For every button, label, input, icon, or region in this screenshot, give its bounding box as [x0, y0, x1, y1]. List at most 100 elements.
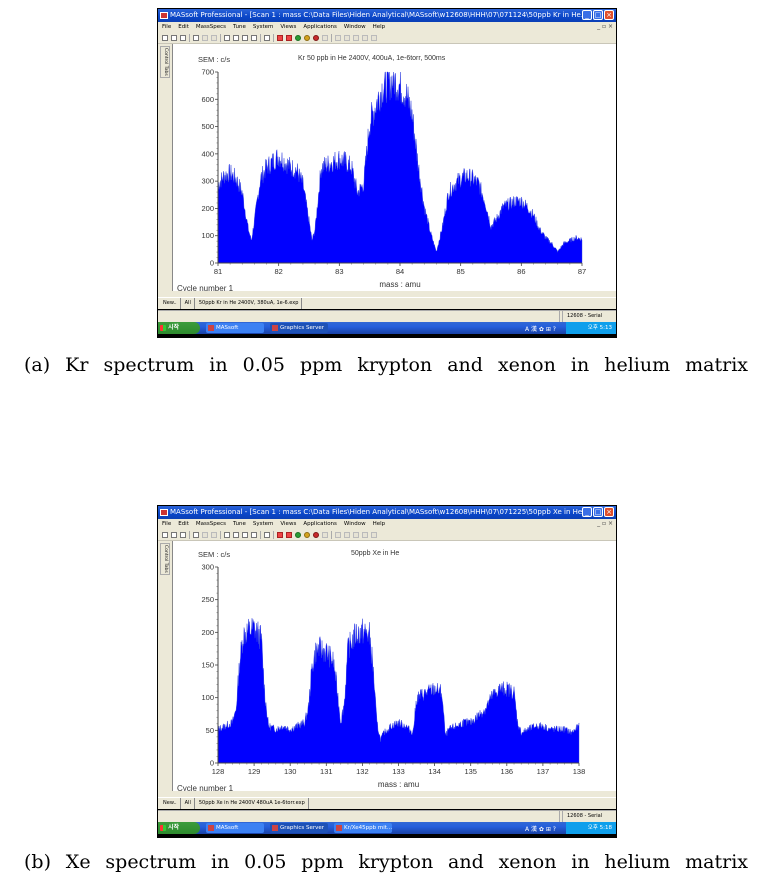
- ime-toolbar[interactable]: A 漢 ✿ ⊞ ?: [525, 824, 556, 833]
- minimize-button[interactable]: _: [582, 507, 592, 517]
- binoculars-icon[interactable]: [264, 34, 270, 41]
- copy-icon[interactable]: [193, 531, 199, 538]
- tool-icon[interactable]: [362, 34, 368, 41]
- new-icon[interactable]: [162, 34, 168, 41]
- tool-icon[interactable]: [353, 34, 359, 41]
- open-icon[interactable]: [171, 34, 177, 41]
- run-icon[interactable]: [295, 34, 301, 41]
- tool-icon[interactable]: [344, 531, 350, 538]
- mdi-controls[interactable]: _ ▫ ×: [597, 519, 613, 529]
- menu-help[interactable]: Help: [373, 519, 386, 529]
- menu-window[interactable]: Window: [344, 519, 366, 529]
- minimize-button[interactable]: _: [582, 10, 592, 20]
- task-massoft[interactable]: MASsoft: [206, 823, 264, 833]
- document-icon[interactable]: [233, 34, 239, 41]
- maximize-button[interactable]: □: [593, 507, 603, 517]
- tool-icon[interactable]: [335, 34, 341, 41]
- record-icon[interactable]: [313, 531, 319, 538]
- tab-new[interactable]: New..: [163, 798, 181, 809]
- task-document[interactable]: Kr/Xe45ppb mit...: [334, 823, 392, 833]
- maximize-button[interactable]: □: [593, 10, 603, 20]
- tab-experiment[interactable]: 50ppb Xe in He 2400V 480uA 1e-6torr.exp: [199, 798, 309, 809]
- stop-icon[interactable]: [277, 531, 283, 538]
- x-tick-label: 129: [248, 767, 261, 776]
- ime-toolbar[interactable]: A 漢 ✿ ⊞ ?: [525, 324, 556, 333]
- x-tick-label: 128: [212, 767, 225, 776]
- copy-icon[interactable]: [193, 34, 199, 41]
- paste-icon[interactable]: [202, 531, 208, 538]
- toolbar-separator: [273, 530, 274, 539]
- lightning-icon[interactable]: [286, 531, 292, 538]
- cut-icon[interactable]: [211, 34, 217, 41]
- tool-icon[interactable]: [371, 531, 377, 538]
- status-serial: 12608 - Serial: [562, 311, 612, 322]
- task-graphics-server[interactable]: Graphics Server: [270, 823, 328, 833]
- page-icon[interactable]: [224, 531, 230, 538]
- app-icon: [160, 12, 168, 19]
- tool-icon[interactable]: [353, 531, 359, 538]
- menu-massspecs[interactable]: MassSpecs: [196, 22, 226, 32]
- menu-edit[interactable]: Edit: [178, 22, 189, 32]
- menu-system[interactable]: System: [253, 22, 274, 32]
- stop-icon[interactable]: [277, 34, 283, 41]
- menu-tune[interactable]: Tune: [233, 519, 246, 529]
- new-icon[interactable]: [162, 531, 168, 538]
- page-icon[interactable]: [224, 34, 230, 41]
- menu-massspecs[interactable]: MassSpecs: [196, 519, 226, 529]
- start-button[interactable]: 시작: [158, 322, 200, 334]
- print-preview-icon[interactable]: [251, 531, 257, 538]
- control-tabs[interactable]: Control Tabs: [160, 46, 170, 78]
- toolbar-separator: [189, 33, 190, 42]
- menu-views[interactable]: Views: [280, 22, 296, 32]
- close-button[interactable]: ×: [604, 507, 614, 517]
- save-icon[interactable]: [180, 531, 186, 538]
- print-preview-icon[interactable]: [251, 34, 257, 41]
- menu-tune[interactable]: Tune: [233, 22, 246, 32]
- print-icon[interactable]: [242, 531, 248, 538]
- start-button[interactable]: 시작: [158, 822, 200, 834]
- menu-system[interactable]: System: [253, 519, 274, 529]
- paste-icon[interactable]: [202, 34, 208, 41]
- pause-icon[interactable]: [304, 34, 310, 41]
- close-button[interactable]: ×: [604, 10, 614, 20]
- menu-file[interactable]: File: [162, 22, 171, 32]
- tool-icon[interactable]: [344, 34, 350, 41]
- record-icon[interactable]: [313, 34, 319, 41]
- menu-window[interactable]: Window: [344, 22, 366, 32]
- x-tick-label: 137: [537, 767, 550, 776]
- chart-icon[interactable]: [322, 34, 328, 41]
- binoculars-icon[interactable]: [264, 531, 270, 538]
- task-graphics-server[interactable]: Graphics Server: [270, 323, 328, 333]
- save-icon[interactable]: [180, 34, 186, 41]
- tab-all[interactable]: All: [185, 798, 195, 809]
- task-massoft[interactable]: MASsoft: [206, 323, 264, 333]
- control-tabs[interactable]: Control Tabs: [160, 543, 170, 575]
- chart-icon[interactable]: [322, 531, 328, 538]
- lightning-icon[interactable]: [286, 34, 292, 41]
- print-icon[interactable]: [242, 34, 248, 41]
- menu-file[interactable]: File: [162, 519, 171, 529]
- run-icon[interactable]: [295, 531, 301, 538]
- tool-icon[interactable]: [371, 34, 377, 41]
- open-icon[interactable]: [171, 531, 177, 538]
- toolbar-separator: [260, 33, 261, 42]
- cut-icon[interactable]: [211, 531, 217, 538]
- tool-icon[interactable]: [335, 531, 341, 538]
- y-tick-label: 100: [201, 693, 214, 702]
- pause-icon[interactable]: [304, 531, 310, 538]
- mdi-controls[interactable]: _ ▫ ×: [597, 22, 613, 32]
- tab-all[interactable]: All: [185, 298, 195, 309]
- document-icon[interactable]: [233, 531, 239, 538]
- menu-help[interactable]: Help: [373, 22, 386, 32]
- menu-views[interactable]: Views: [280, 519, 296, 529]
- y-tick-label: 500: [201, 122, 214, 131]
- spectrum-area: [217, 71, 583, 264]
- menu-applications[interactable]: Applications: [303, 22, 337, 32]
- status-bar: 12608 - Serial: [158, 810, 616, 822]
- menu-applications[interactable]: Applications: [303, 519, 337, 529]
- tool-icon[interactable]: [362, 531, 368, 538]
- tab-experiment[interactable]: 50ppb Kr in He 2400V, 380uA, 1e-6.exp: [199, 298, 303, 309]
- x-tick-label: 86: [517, 267, 525, 276]
- menu-edit[interactable]: Edit: [178, 519, 189, 529]
- tab-new[interactable]: New..: [163, 298, 181, 309]
